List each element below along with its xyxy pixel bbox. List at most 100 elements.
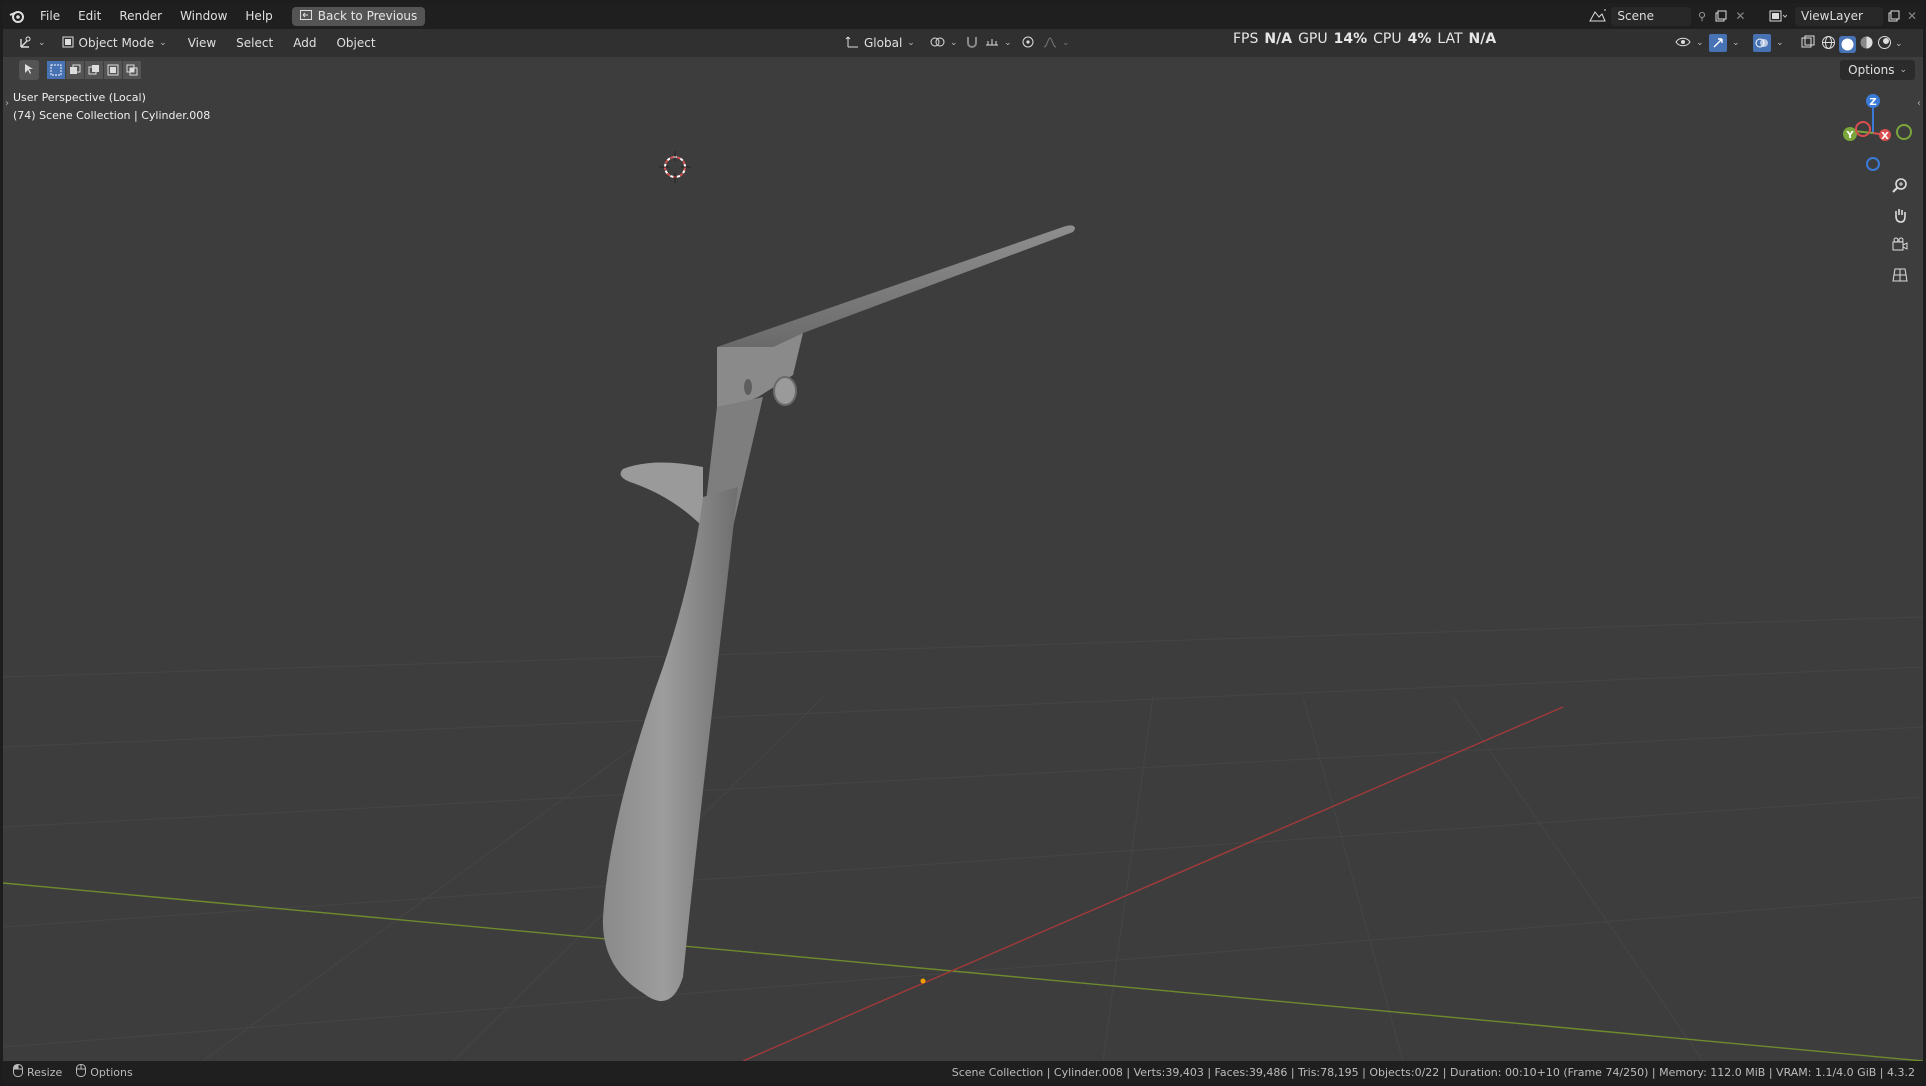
blender-logo-icon[interactable] [3,3,31,29]
gpu-label: GPU [1298,31,1328,47]
pivot-icon [929,35,945,52]
menu-render[interactable]: Render [110,3,171,29]
view-layer-field[interactable]: ViewLayer [1795,6,1883,26]
fps-label: FPS [1233,31,1259,47]
chevron-down-icon: ⌄ [907,38,915,48]
scene-selector: Scene ⚲ ✕ [1585,6,1747,26]
sidebar-expand-arrow-icon[interactable]: ‹ [1917,98,1921,109]
floor-grid [3,616,1923,1061]
proportional-falloff-dropdown[interactable]: ⌄ [1037,33,1076,53]
menu-window[interactable]: Window [171,3,236,29]
xray-toggle[interactable] [1795,33,1821,53]
gizmo-z-label: Z [1869,97,1876,108]
mode-dropdown[interactable]: Object Mode ⌄ [56,33,173,53]
new-view-layer-icon[interactable] [1887,9,1901,23]
world-origin [920,978,926,984]
view-layer-selector: ViewLayer ✕ [1765,6,1923,26]
back-to-previous-label: Back to Previous [317,9,418,23]
overlays-icon [1753,34,1771,52]
menu-add[interactable]: Add [288,33,321,53]
mode-label: Object Mode [78,36,155,50]
editor-type-dropdown[interactable]: ⌄ [13,33,52,53]
pin-icon[interactable]: ⚲ [1695,9,1708,23]
snap-target-dropdown[interactable]: ⌄ [979,33,1018,53]
cpu-value: 4% [1407,31,1432,47]
chevron-down-icon: ⌄ [950,38,958,48]
performance-readout: FPS N/A GPU 14% CPU 4% LAT N/A [1233,29,1496,49]
pivot-point-dropdown[interactable]: ⌄ [923,33,964,53]
rendered-shading-icon[interactable] [1877,35,1892,53]
delete-view-layer-icon[interactable]: ✕ [1905,9,1919,23]
scene-name-field[interactable]: Scene [1611,6,1692,26]
status-bar: Resize Options Scene Collection | Cylind… [3,1061,1923,1083]
view-perspective-label: User Perspective (Local) [13,91,146,104]
navigation-gizmo[interactable]: Z Y X [1833,91,1913,171]
proportional-edit-icon [1021,35,1035,52]
transform-orientation-dropdown[interactable]: Global ⌄ [839,33,921,53]
menu-view[interactable]: View [183,33,221,53]
chevron-down-icon: ⌄ [1732,38,1740,48]
options-hint: Options [76,1064,133,1080]
fps-value: N/A [1264,31,1293,47]
scene-icon[interactable] [1585,9,1611,23]
falloff-curve-icon [1043,35,1057,52]
chevron-down-icon: ⌄ [38,38,46,48]
object-mode-icon [62,36,74,51]
gpu-value: 14% [1333,31,1368,47]
perspective-ortho-icon[interactable] [1888,263,1912,287]
resize-hint: Resize [13,1064,62,1080]
screen-back-icon [299,9,312,23]
zoom-icon[interactable] [1888,173,1912,197]
3d-viewport[interactable] [3,57,1923,1061]
gizmo-y-label: Y [1845,130,1854,141]
lat-label: LAT [1437,31,1463,47]
gizmo-toggle[interactable]: ⌄ [1703,33,1746,53]
3d-cursor-icon [659,151,691,183]
chevron-down-icon[interactable]: ⌄ [1895,39,1903,49]
shading-buttons: ⌄ [1821,35,1903,53]
pan-hand-icon[interactable] [1888,203,1912,227]
blender-window: File Edit Render Window Help Back to Pre… [3,3,1923,1083]
scene-statistics: Scene Collection | Cylinder.008 | Verts:… [951,1065,1915,1079]
menu-select[interactable]: Select [231,33,278,53]
orientation-axes-icon [845,35,859,52]
collection-info-label: (74) Scene Collection | Cylinder.008 [13,109,211,122]
resize-label: Resize [27,1065,63,1079]
pivot-hole [773,376,797,406]
delete-scene-icon[interactable]: ✕ [1734,9,1747,23]
orientation-label: Global [864,36,903,50]
gizmo-x-label: X [1881,131,1889,142]
menu-edit[interactable]: Edit [69,3,110,29]
y-axis-line [3,882,1923,1061]
instrument-model[interactable] [602,225,1075,1002]
material-shading-icon[interactable] [1859,35,1874,53]
snap-increment-icon [985,35,999,52]
overlays-toggle[interactable]: ⌄ [1747,33,1790,53]
menu-help[interactable]: Help [236,3,281,29]
x-axis-line [742,706,1564,1061]
magnet-icon [965,35,979,52]
eye-icon [1675,36,1691,51]
mouse-right-icon [76,1064,87,1080]
camera-view-icon[interactable] [1888,233,1912,257]
mouse-left-icon [13,1064,23,1080]
chevron-down-icon: ⌄ [1776,38,1784,48]
toolbar-expand-arrow-icon[interactable]: › [5,98,9,109]
view-layer-icon[interactable] [1765,9,1791,23]
new-scene-icon[interactable] [1715,9,1728,23]
menu-object[interactable]: Object [331,33,380,53]
solid-shading-icon[interactable] [1839,35,1856,53]
top-menu-bar: File Edit Render Window Help Back to Pre… [3,3,1923,29]
chevron-down-icon: ⌄ [1004,38,1012,48]
viewport-info: User Perspective (Local) (74) Scene Coll… [13,89,210,125]
chevron-down-icon: ⌄ [1062,38,1070,48]
wireframe-shading-icon[interactable] [1821,35,1836,53]
cpu-label: CPU [1373,31,1402,47]
viewport-editor-icon [19,35,33,52]
back-to-previous-button[interactable]: Back to Previous [291,6,426,26]
options-hint-label: Options [90,1065,133,1079]
xray-icon [1801,35,1815,52]
gizmo-icon [1709,34,1727,52]
chevron-down-icon: ⌄ [159,38,167,48]
menu-file[interactable]: File [31,3,69,29]
